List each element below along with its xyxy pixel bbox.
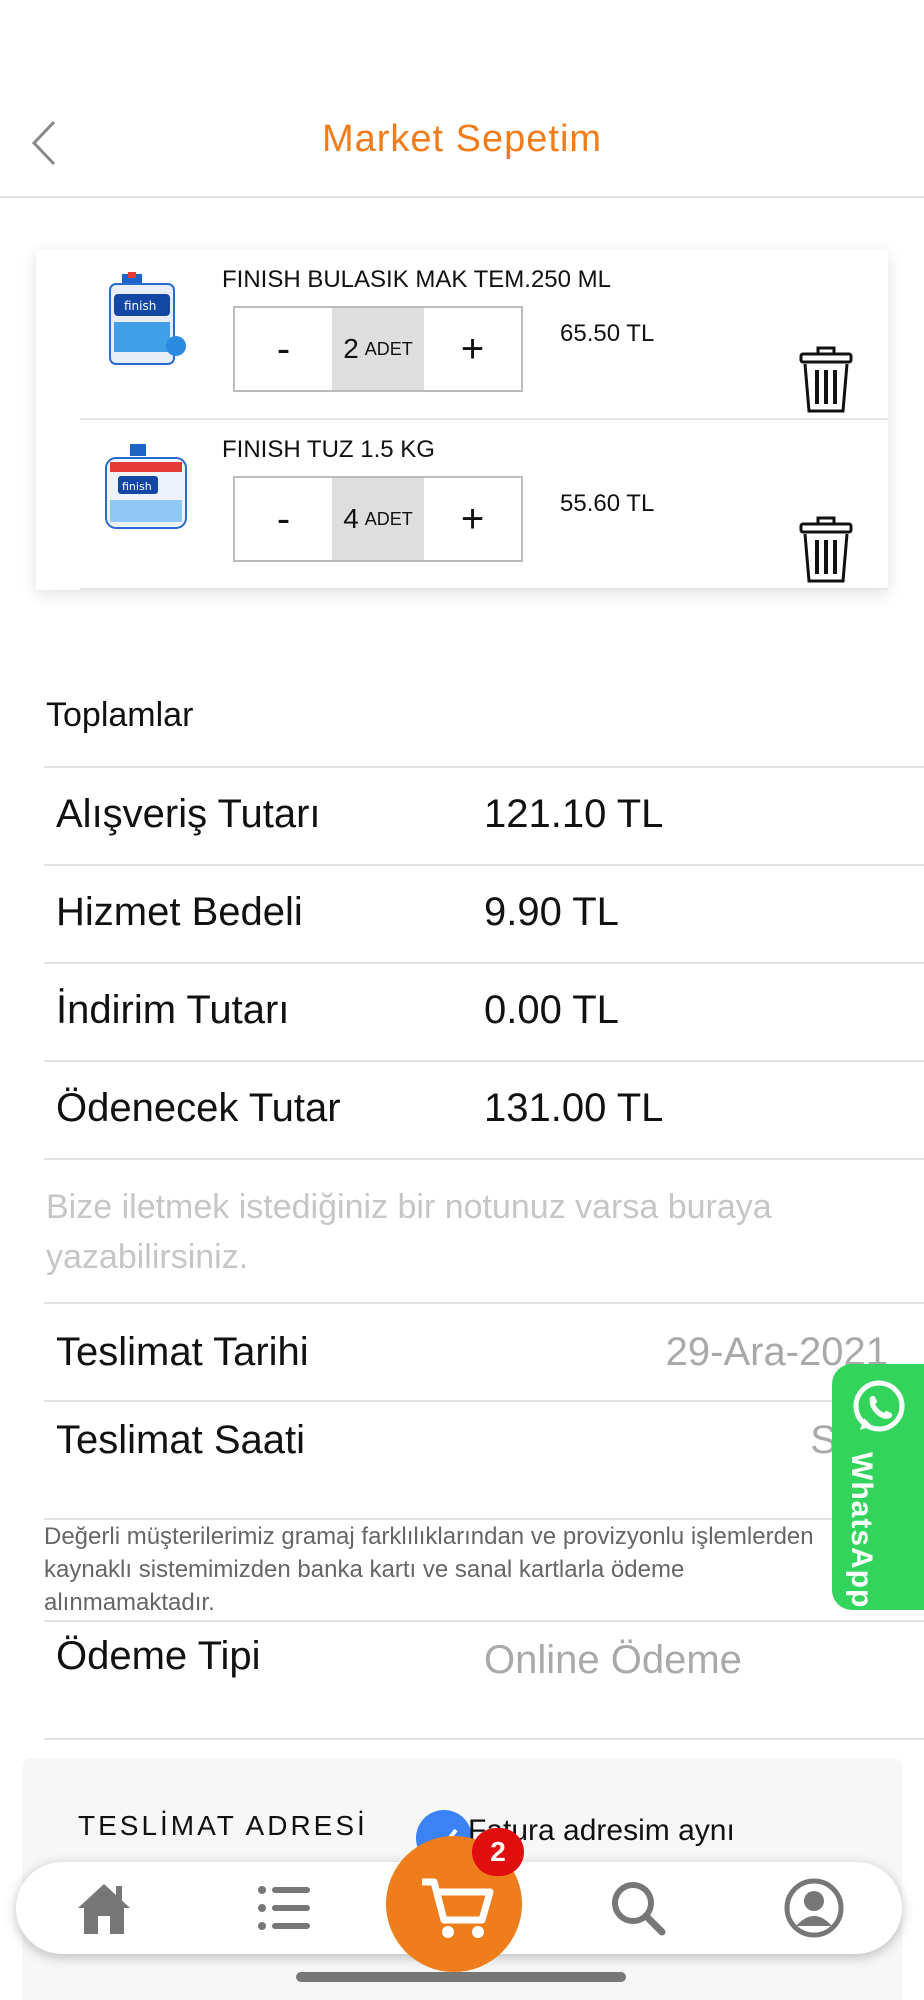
totals-label: Alışveriş Tutarı bbox=[56, 792, 321, 836]
totals-value: 131.00 TL bbox=[484, 1086, 664, 1130]
product-price: 55.60 TL bbox=[560, 490, 655, 517]
home-indicator bbox=[296, 1972, 626, 1982]
delivery-time-label: Teslimat Saati bbox=[56, 1418, 305, 1462]
order-note-field[interactable]: Bize iletmek istediğiniz bir notunuz var… bbox=[44, 1158, 924, 1304]
payment-type-label: Ödeme Tipi bbox=[56, 1634, 261, 1678]
cart-item-list: finish FINISH BULASIK MAK TEM.250 ML - 2… bbox=[36, 250, 888, 590]
decrease-button[interactable]: - bbox=[235, 308, 332, 390]
quantity-unit: ADET bbox=[364, 338, 413, 359]
increase-button[interactable]: + bbox=[424, 478, 521, 560]
totals-label: Hizmet Bedeli bbox=[56, 890, 303, 934]
totals-value: 121.10 TL bbox=[484, 792, 664, 836]
whatsapp-button[interactable]: WhatsApp bbox=[832, 1364, 924, 1610]
totals-value: 9.90 TL bbox=[484, 890, 619, 934]
whatsapp-label: WhatsApp bbox=[845, 1452, 878, 1609]
totals-label: İndirim Tutarı bbox=[56, 988, 290, 1032]
cart-count-badge: 2 bbox=[472, 1828, 524, 1876]
trash-icon[interactable] bbox=[798, 516, 854, 584]
page-title: Market Sepetim bbox=[321, 118, 603, 160]
delivery-date-label: Teslimat Tarihi bbox=[56, 1330, 309, 1374]
totals-row: İndirim Tutarı 0.00 TL bbox=[44, 962, 924, 1062]
quantity-value: 2 bbox=[343, 333, 359, 364]
totals-row: Alışveriş Tutarı 121.10 TL bbox=[44, 766, 924, 866]
list-icon[interactable] bbox=[252, 1876, 316, 1940]
order-note-placeholder: Bize iletmek istediğiniz bir notunuz var… bbox=[46, 1188, 772, 1276]
whatsapp-icon bbox=[853, 1380, 905, 1432]
cart-item: finish FINISH BULASIK MAK TEM.250 ML - 2… bbox=[36, 250, 888, 420]
delivery-time-row[interactable]: Teslimat Saati Seçi bbox=[44, 1400, 924, 1520]
totals-title: Toplamlar bbox=[46, 696, 194, 734]
cart-item: finish FINISH TUZ 1.5 KG - 4 ADET + 55.6… bbox=[36, 420, 888, 590]
delivery-address-title: TESLİMAT ADRESİ bbox=[78, 1810, 368, 1841]
quantity-stepper: - 4 ADET + bbox=[233, 476, 523, 562]
profile-icon[interactable] bbox=[782, 1876, 846, 1940]
home-icon[interactable] bbox=[72, 1876, 136, 1940]
quantity-display: 2 ADET bbox=[332, 308, 424, 390]
trash-icon[interactable] bbox=[798, 346, 854, 414]
search-icon[interactable] bbox=[606, 1876, 670, 1940]
decrease-button[interactable]: - bbox=[235, 478, 332, 560]
quantity-unit: ADET bbox=[364, 508, 413, 529]
product-name: FINISH BULASIK MAK TEM.250 ML bbox=[222, 266, 612, 293]
totals-value: 0.00 TL bbox=[484, 988, 619, 1032]
quantity-stepper: - 2 ADET + bbox=[233, 306, 523, 392]
product-name: FINISH TUZ 1.5 KG bbox=[222, 436, 435, 463]
svg-text:finish: finish bbox=[122, 480, 152, 493]
payment-disclaimer: Değerli müşterilerimiz gramaj farklılıkl… bbox=[44, 1523, 814, 1616]
divider bbox=[80, 588, 888, 590]
payment-type-select[interactable]: Online Ödeme bbox=[484, 1638, 742, 1683]
totals-row: Ödenecek Tutar 131.00 TL bbox=[44, 1060, 924, 1160]
quantity-value: 4 bbox=[343, 503, 359, 534]
delivery-date-row[interactable]: Teslimat Tarihi 29-Ara-2021 bbox=[44, 1302, 924, 1400]
product-image: finish bbox=[105, 444, 187, 529]
totals-label: Ödenecek Tutar bbox=[56, 1086, 341, 1130]
payment-type-row[interactable]: Ödeme Tipi Online Ödeme bbox=[44, 1620, 924, 1740]
app-header: Market Sepetim bbox=[0, 0, 924, 198]
increase-button[interactable]: + bbox=[424, 308, 521, 390]
product-price: 65.50 TL bbox=[560, 320, 655, 347]
totals-row: Hizmet Bedeli 9.90 TL bbox=[44, 864, 924, 964]
quantity-display: 4 ADET bbox=[332, 478, 424, 560]
svg-text:finish: finish bbox=[124, 299, 156, 313]
product-image: finish bbox=[109, 272, 186, 365]
